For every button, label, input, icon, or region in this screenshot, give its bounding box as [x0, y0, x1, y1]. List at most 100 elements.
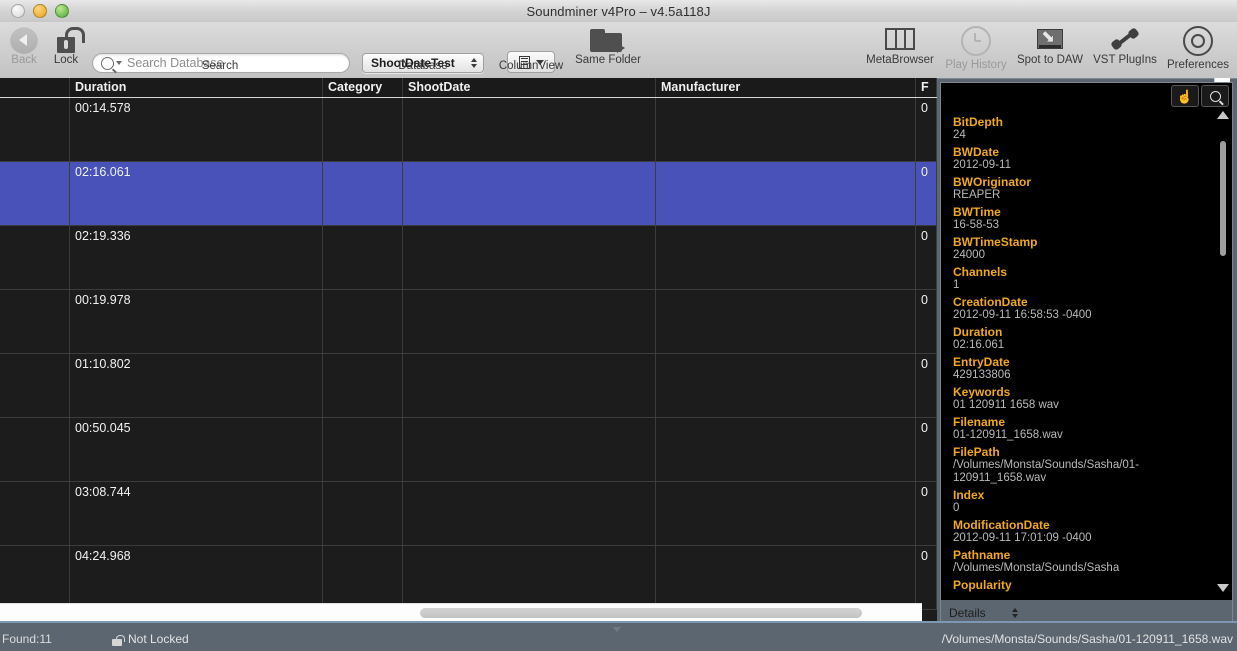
metadata-value-modificationdate[interactable]: 2012-09-11 17:01:09 -0400 — [953, 532, 1232, 545]
metabrowser-label: MetaBrowser — [866, 54, 934, 66]
cell-duration: 00:14.578 — [70, 98, 323, 161]
metadata-key-bwtime: BWTime — [953, 205, 1001, 219]
lock-state-label: Not Locked — [128, 632, 189, 646]
column-header-category[interactable]: Category — [323, 78, 403, 97]
table-row[interactable]: 03:08.744 0 — [0, 482, 937, 546]
cell-shootdate — [403, 482, 656, 545]
found-count: Found:11 — [2, 632, 52, 646]
column-header-shootdate[interactable]: ShootDate — [403, 78, 656, 97]
gear-circle-icon — [1183, 26, 1213, 56]
metadata-key-bwdate: BWDate — [953, 145, 1000, 159]
metadata-key-bworiginator: BWOriginator — [953, 175, 1031, 189]
play-history-button[interactable]: Play History — [941, 26, 1011, 71]
column-header-duration[interactable]: Duration — [70, 78, 323, 97]
columnview-label-wrap: ColumnView — [491, 60, 571, 72]
columns-grid-icon — [885, 28, 915, 50]
metadata-field-list[interactable]: BitDepth 24 BWDate 2012-09-11 BWOriginator RE… — [941, 110, 1232, 600]
metadata-scrollbar-thumb[interactable] — [1220, 141, 1226, 256]
metadata-key-bwtimestamp: BWTimeStamp — [953, 235, 1038, 249]
clock-icon — [961, 26, 991, 56]
metadata-tool-strip: ☝ — [1171, 85, 1229, 107]
metadata-key-channels: Channels — [953, 265, 1008, 279]
vst-plugins-button[interactable]: VST PlugIns — [1089, 26, 1161, 66]
table-row[interactable]: 00:50.045 0 — [0, 418, 937, 482]
metadata-key-filepath: FilePath — [953, 445, 1000, 459]
cell-blank — [0, 226, 70, 289]
table-row[interactable]: 04:24.968 0 — [0, 546, 937, 610]
metadata-value-bwdate[interactable]: 2012-09-11 — [953, 159, 1232, 172]
metadata-scrollbar[interactable] — [1217, 111, 1229, 598]
cell-category — [323, 290, 403, 353]
cell-extra: 0 — [916, 98, 937, 161]
table-horizontal-scrollbar[interactable] — [0, 603, 922, 622]
cell-blank — [0, 162, 70, 225]
hand-tool-button[interactable]: ☝ — [1171, 85, 1199, 107]
column-header-blank-0[interactable] — [0, 78, 70, 97]
hand-icon: ☝ — [1176, 88, 1194, 104]
metadata-key-pathname: Pathname — [953, 548, 1011, 562]
cell-duration: 00:19.978 — [70, 290, 323, 353]
cell-category — [323, 354, 403, 417]
table-row[interactable]: 01:10.802 0 — [0, 354, 937, 418]
unlocked-padlock-icon — [51, 26, 85, 54]
cell-shootdate — [403, 290, 656, 353]
back-button[interactable]: Back — [4, 26, 44, 66]
cell-extra: 0 — [916, 546, 937, 609]
metadata-value-duration[interactable]: 02:16.061 — [953, 339, 1232, 352]
back-arrow-icon — [10, 26, 38, 54]
column-header-f[interactable]: F — [916, 78, 937, 97]
resize-grip-icon[interactable] — [613, 627, 621, 632]
table-row[interactable]: 00:19.978 0 — [0, 290, 937, 354]
spot-to-daw-button[interactable]: ⬊ Spot to DAW — [1011, 26, 1089, 66]
cell-extra: 0 — [916, 162, 937, 225]
cell-extra: 0 — [916, 226, 937, 289]
zoom-tool-button[interactable] — [1201, 85, 1229, 107]
metadata-key-modificationdate: ModificationDate — [953, 518, 1050, 532]
cell-manufacturer — [656, 546, 916, 609]
cell-duration: 02:16.061 — [70, 162, 323, 225]
spot-to-daw-label: Spot to DAW — [1016, 54, 1084, 66]
cell-blank — [0, 418, 70, 481]
lock-button[interactable]: Lock — [48, 26, 85, 66]
metadata-value-filepath[interactable]: /Volumes/Monsta/Sounds/Sasha/01-120911_1… — [953, 459, 1232, 485]
search-options-caret-icon[interactable] — [116, 61, 122, 65]
cell-shootdate — [403, 162, 656, 225]
same-folder-button[interactable]: Same Folder — [572, 26, 644, 66]
cell-category — [323, 162, 403, 225]
metabrowser-button[interactable]: MetaBrowser — [861, 28, 939, 66]
unlocked-padlock-icon — [112, 635, 125, 646]
cell-duration: 00:50.045 — [70, 418, 323, 481]
table-row[interactable]: 02:16.061 0 — [0, 162, 937, 226]
metadata-key-keywords: Keywords — [953, 385, 1011, 399]
metadata-value-entrydate[interactable]: 429133806 — [953, 369, 1232, 382]
folder-arrow-icon — [590, 26, 626, 54]
scroll-up-arrow-icon[interactable] — [1217, 111, 1229, 119]
metadata-value-bwtime[interactable]: 16-58-53 — [953, 219, 1232, 232]
cell-category — [323, 482, 403, 545]
metadata-panel: ☝ BitDepth 24 BWDate 2012-09-11 BWOriginator… — [940, 82, 1233, 627]
column-header-manufacturer[interactable]: Manufacturer — [656, 78, 916, 97]
cell-shootdate — [403, 98, 656, 161]
table-row[interactable]: 02:19.336 0 — [0, 226, 937, 290]
metadata-value-creationdate[interactable]: 2012-09-11 16:58:53 -0400 — [953, 309, 1232, 322]
metadata-value-bworiginator[interactable]: REAPER — [953, 189, 1232, 202]
metadata-value-pathname[interactable]: /Volumes/Monsta/Sounds/Sasha — [953, 562, 1232, 575]
metadata-value-filename[interactable]: 01-120911_1658.wav — [953, 429, 1232, 442]
scroll-down-arrow-icon[interactable] — [1217, 584, 1229, 592]
metadata-value-keywords[interactable]: 01 120911 1658 wav — [953, 399, 1232, 412]
metadata-value-index[interactable]: 0 — [953, 502, 1232, 515]
database-group-label: Database — [398, 60, 448, 72]
table-horizontal-scrollbar-thumb[interactable] — [420, 608, 862, 618]
cell-blank — [0, 354, 70, 417]
cell-category — [323, 546, 403, 609]
vst-plugins-label: VST PlugIns — [1093, 54, 1157, 66]
preferences-button[interactable]: Preferences — [1161, 26, 1235, 71]
stepper-icon[interactable] — [1011, 608, 1018, 618]
metadata-value-bitdepth[interactable]: 24 — [953, 129, 1232, 142]
metadata-value-channels[interactable]: 1 — [953, 279, 1232, 292]
metadata-value-bwtimestamp[interactable]: 24000 — [953, 249, 1232, 262]
spot-to-daw-icon: ⬊ — [1035, 26, 1065, 52]
cell-duration: 01:10.802 — [70, 354, 323, 417]
table-header-row: Duration Category ShootDate Manufacturer F — [0, 78, 937, 98]
table-row[interactable]: 00:14.578 0 — [0, 98, 937, 162]
